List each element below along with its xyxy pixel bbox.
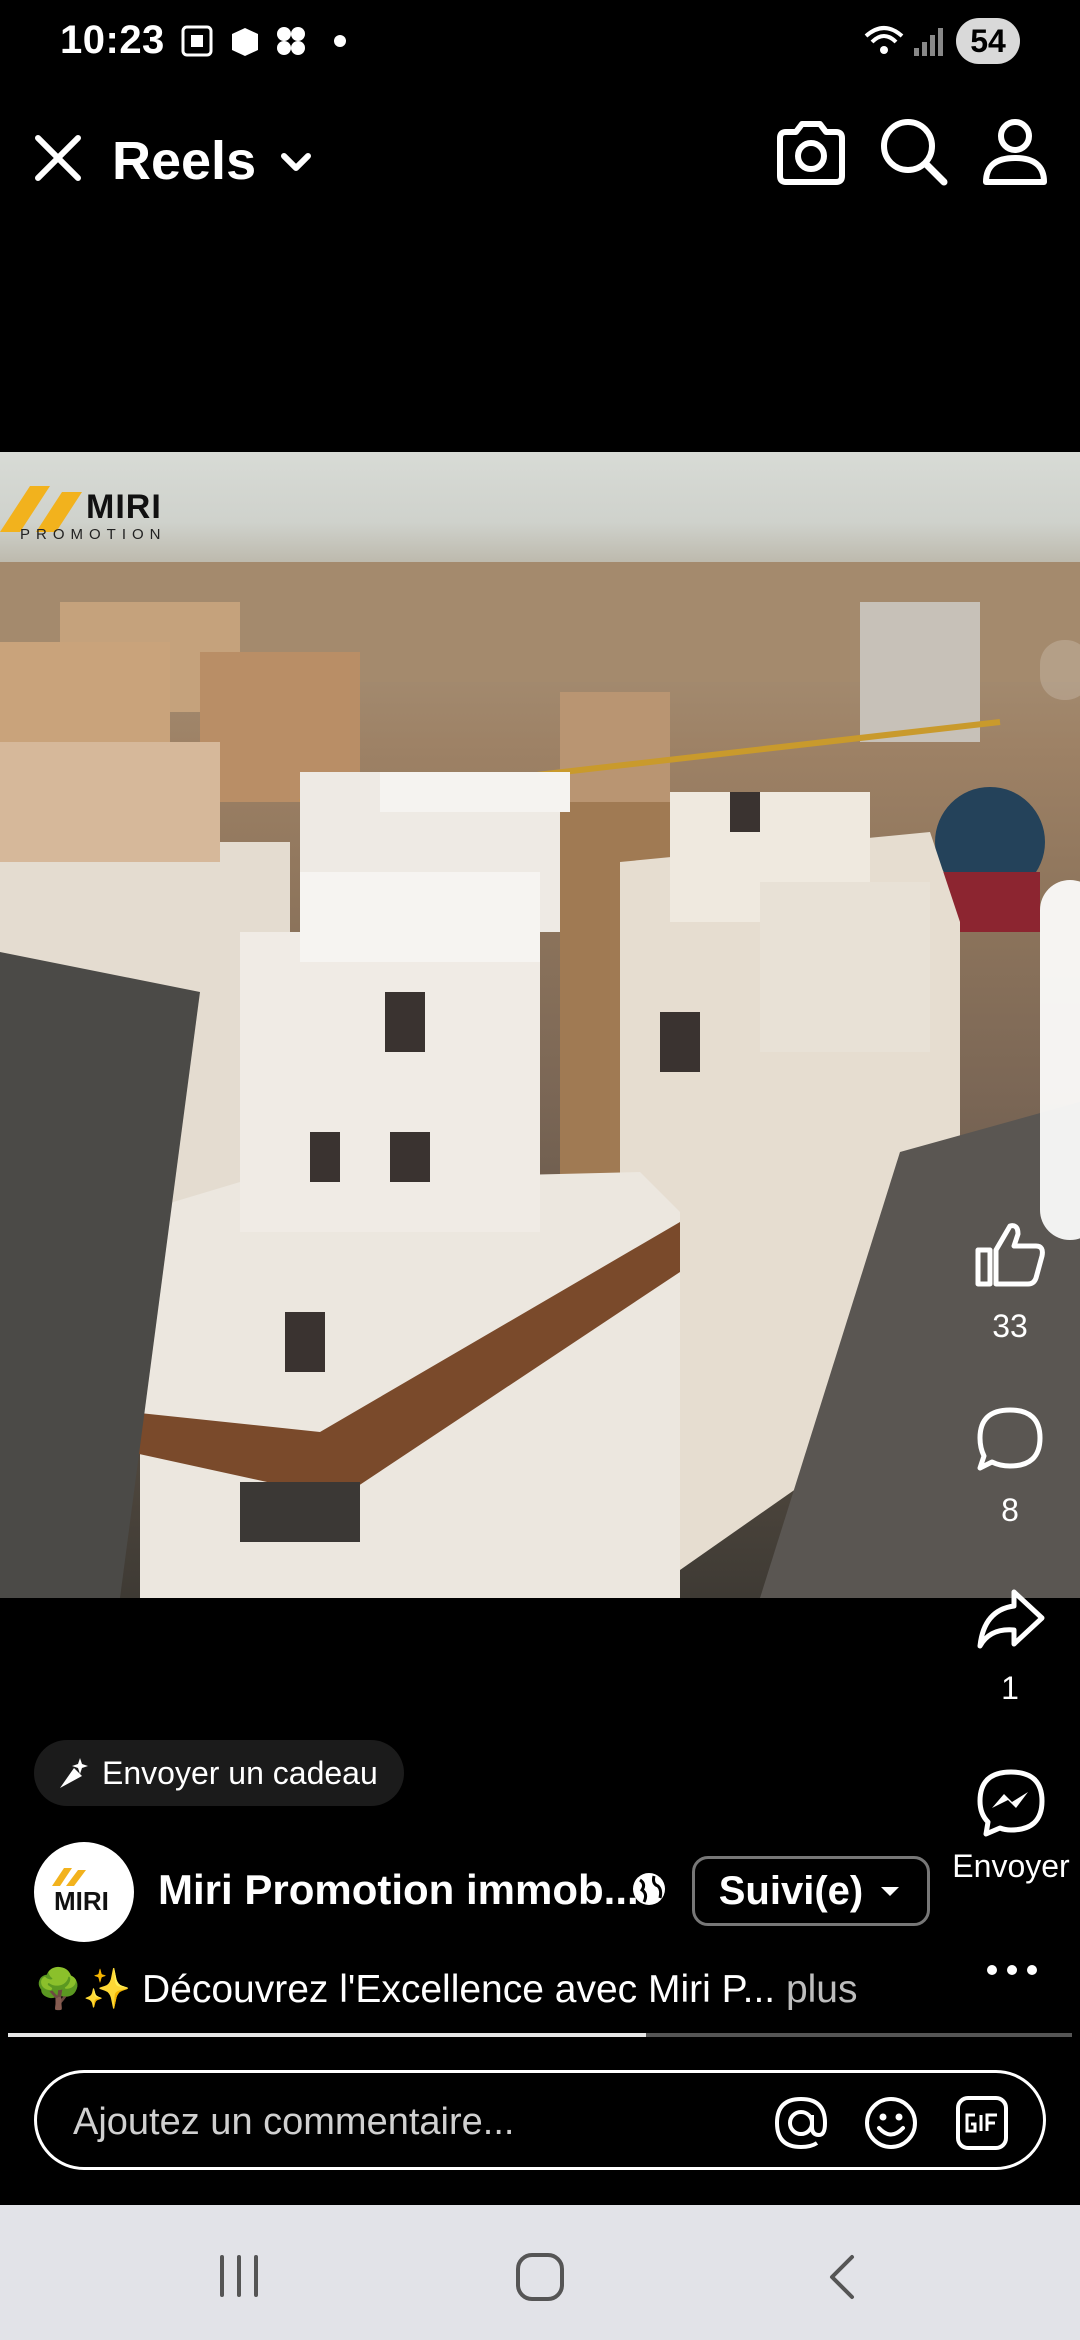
- following-label: Suivi(e): [718, 1868, 864, 1913]
- messenger-icon[interactable]: [976, 1768, 1046, 1838]
- video-progress-fill: [8, 2033, 647, 2037]
- globe-icon: [633, 1873, 665, 1905]
- share-action[interactable]: 1: [960, 1586, 1060, 1707]
- send-gift-label: Envoyer un cadeau: [102, 1754, 378, 1791]
- comment-bar[interactable]: Ajoutez un commentaire...: [34, 2070, 1046, 2170]
- like-action[interactable]: 33: [960, 1218, 1060, 1345]
- send-label: Envoyer: [952, 1848, 1070, 1884]
- caret-down-icon: [881, 1887, 900, 1896]
- send-gift-button[interactable]: Envoyer un cadeau: [34, 1740, 404, 1806]
- comment-action[interactable]: 8: [960, 1404, 1060, 1529]
- send-action[interactable]: Envoyer: [946, 1768, 1076, 1885]
- emoji-icon[interactable]: [863, 2095, 919, 2151]
- author-name[interactable]: Miri Promotion immob...: [158, 1866, 639, 1914]
- mention-icon[interactable]: [773, 2095, 829, 2151]
- back-icon[interactable]: [822, 2253, 862, 2301]
- package-icon: [232, 28, 258, 56]
- caption[interactable]: 🌳✨ Découvrez l'Excellence avec Miri P...…: [34, 1966, 858, 2012]
- more-options-button[interactable]: [982, 1950, 1042, 1990]
- brand-logo-text: MIRI: [86, 488, 162, 526]
- video-frame-buildings: [0, 562, 1080, 1598]
- system-nav-bar: [0, 2205, 1080, 2340]
- side-handle-top: [1040, 640, 1080, 700]
- comment-count: 8: [1001, 1492, 1019, 1528]
- caption-text: Découvrez l'Excellence avec Miri P...: [141, 1968, 776, 2011]
- caption-more-link[interactable]: plus: [786, 1968, 858, 2011]
- status-bar: 10:23 54: [0, 0, 1080, 80]
- side-panel-handle[interactable]: [1040, 880, 1080, 1240]
- share-icon[interactable]: [974, 1586, 1046, 1652]
- like-count: 33: [992, 1308, 1028, 1344]
- battery-indicator: 54: [956, 18, 1020, 64]
- comment-icon[interactable]: [974, 1404, 1046, 1474]
- close-button[interactable]: [28, 128, 88, 188]
- video-progress-bar[interactable]: [8, 2033, 1072, 2037]
- notification-dot-icon: [334, 35, 346, 47]
- gif-icon[interactable]: [955, 2095, 1009, 2151]
- home-icon[interactable]: [514, 2251, 566, 2303]
- share-count: 1: [1001, 1670, 1019, 1706]
- reel-video[interactable]: [0, 452, 1080, 1598]
- pinwheel-icon: [277, 27, 305, 55]
- status-time: 10:23: [60, 18, 165, 62]
- wifi-icon: [864, 26, 904, 54]
- page-title[interactable]: Reels: [112, 130, 256, 192]
- signal-icon: [914, 28, 943, 56]
- caption-emojis: 🌳✨: [34, 1968, 132, 2011]
- search-button[interactable]: [876, 114, 950, 188]
- comment-input[interactable]: Ajoutez un commentaire...: [73, 2101, 514, 2144]
- brand-logo-subtext: PROMOTION: [20, 526, 167, 543]
- chevron-down-icon[interactable]: [276, 142, 316, 182]
- following-button[interactable]: Suivi(e): [692, 1856, 930, 1926]
- profile-button[interactable]: [978, 114, 1052, 188]
- avatar-text: MIRI: [54, 1886, 109, 1916]
- recent-apps-icon[interactable]: [214, 2253, 264, 2299]
- thumbs-up-icon[interactable]: [972, 1218, 1048, 1290]
- screenshot-icon: [181, 25, 213, 57]
- author-avatar[interactable]: MIRI: [34, 1842, 134, 1942]
- camera-button[interactable]: [774, 118, 848, 188]
- gift-sparkle-icon: [60, 1758, 88, 1788]
